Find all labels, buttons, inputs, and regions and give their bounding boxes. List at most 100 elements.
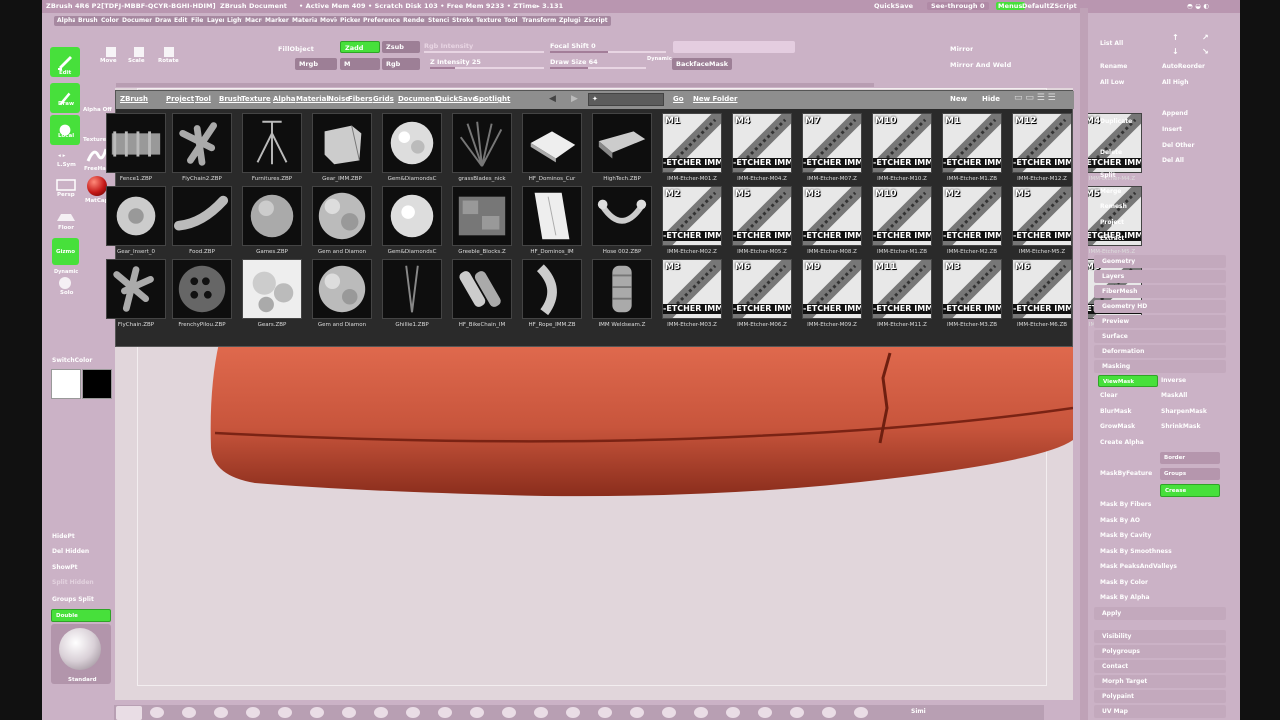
brush-thumbnail[interactable]: [452, 113, 512, 173]
dynamic-toggle[interactable]: Dynamic: [647, 56, 672, 62]
move-button[interactable]: Move: [100, 46, 122, 66]
mrgb-button[interactable]: Mrgb: [295, 58, 337, 70]
mask-by-item[interactable]: Mask By AO: [1100, 517, 1140, 524]
back-arrow-icon[interactable]: ◀: [549, 94, 556, 104]
right-scrollbar[interactable]: [1080, 8, 1088, 720]
rgb-button[interactable]: Rgb: [382, 58, 420, 70]
brush-thumbnail[interactable]: [592, 259, 652, 319]
lsym-button[interactable]: ◂ ▸ L.Sym: [54, 153, 76, 171]
etcher-brush-thumbnail[interactable]: M11 -ETCHER IMM-: [872, 259, 932, 319]
subpalette-geometry[interactable]: Geometry: [1094, 255, 1226, 268]
brush-thumbnail[interactable]: [382, 186, 442, 246]
bottom-brush-icon[interactable]: [246, 707, 260, 718]
groups-split-button[interactable]: Groups Split: [52, 596, 94, 603]
bottom-brush-icon[interactable]: [822, 707, 836, 718]
masking-section-header[interactable]: Masking: [1094, 360, 1226, 373]
subpalette-preview[interactable]: Preview: [1094, 315, 1226, 328]
mirror-weld-button[interactable]: Mirror And Weld: [950, 61, 1011, 69]
bottom-brush-icon[interactable]: [470, 707, 484, 718]
bottom-brush-icon[interactable]: [278, 707, 292, 718]
sharpenmask-button[interactable]: SharpenMask: [1161, 408, 1207, 415]
brush-thumbnail[interactable]: [106, 113, 166, 173]
etcher-brush-thumbnail[interactable]: M12 -ETCHER IMM-: [1012, 113, 1072, 173]
double-toggle[interactable]: Double: [51, 609, 111, 622]
persp-button[interactable]: Persp: [54, 178, 78, 200]
mask-by-item[interactable]: Mask By Color: [1100, 579, 1148, 586]
viewmask-toggle[interactable]: ViewMask: [1098, 375, 1158, 387]
bottom-brush-icon[interactable]: [726, 707, 740, 718]
brush-thumbnail[interactable]: [242, 186, 302, 246]
all-low-button[interactable]: All Low: [1100, 79, 1124, 86]
rotate-button[interactable]: Rotate: [158, 46, 180, 66]
zsub-button[interactable]: Zsub: [382, 41, 420, 53]
etcher-brush-thumbnail[interactable]: M6 -ETCHER IMM-: [1012, 259, 1072, 319]
popup-tab-zbrush[interactable]: ZBrush: [120, 95, 148, 103]
etcher-brush-thumbnail[interactable]: M7 -ETCHER IMM-: [802, 113, 862, 173]
bottom-brush-icon[interactable]: [310, 707, 324, 718]
bottom-brush-icon[interactable]: [534, 707, 548, 718]
groups-toggle[interactable]: Groups: [1160, 468, 1220, 480]
del-all-button[interactable]: Del All: [1162, 157, 1184, 164]
popup-tab-tool[interactable]: Tool: [195, 95, 211, 103]
mask-by-item[interactable]: Mask By Cavity: [1100, 532, 1151, 539]
subpalette-morph-target[interactable]: Morph Target: [1094, 675, 1226, 688]
etcher-brush-thumbnail[interactable]: M2 -ETCHER IMM-: [942, 186, 1002, 246]
etcher-brush-thumbnail[interactable]: M2 -ETCHER IMM-: [662, 186, 722, 246]
split-hidden-button[interactable]: Split Hidden: [52, 579, 94, 586]
popup-tab-quicksave[interactable]: QuickSave: [436, 95, 477, 103]
brush-thumbnail[interactable]: [382, 113, 442, 173]
subpalette-visibility[interactable]: Visibility: [1094, 630, 1226, 643]
split-section[interactable]: Split: [1100, 172, 1116, 179]
menu-brush[interactable]: Brush: [75, 16, 101, 26]
subpalette-layers[interactable]: Layers: [1094, 270, 1226, 283]
etcher-brush-thumbnail[interactable]: M5 -ETCHER IMM-: [732, 186, 792, 246]
brush-thumbnail[interactable]: [312, 259, 372, 319]
popup-tab-texture[interactable]: Texture: [241, 95, 271, 103]
bottom-brush-icon[interactable]: [502, 707, 516, 718]
popup-tab-fibers[interactable]: Fibers: [348, 95, 373, 103]
etcher-brush-thumbnail[interactable]: M3 -ETCHER IMM-: [662, 259, 722, 319]
append-button[interactable]: Append: [1162, 110, 1188, 117]
new-folder-button[interactable]: New Folder: [693, 95, 737, 103]
arrow-down-icon[interactable]: ↓: [1172, 47, 1179, 56]
bottom-brush-icon[interactable]: [694, 707, 708, 718]
bottom-brush-icon[interactable]: [790, 707, 804, 718]
brush-thumbnail[interactable]: [106, 186, 166, 246]
top-scrollbar[interactable]: [116, 83, 874, 87]
color-swatch-bar[interactable]: [673, 41, 795, 53]
arrow-up-right-icon[interactable]: ↗: [1202, 33, 1209, 42]
brush-thumbnail[interactable]: [172, 259, 232, 319]
apply-button[interactable]: Apply: [1094, 607, 1226, 620]
rgb-intensity-slider[interactable]: Rgb Intensity: [424, 41, 544, 53]
etcher-brush-thumbnail[interactable]: M9 -ETCHER IMM-: [802, 259, 862, 319]
etcher-brush-thumbnail[interactable]: M8 -ETCHER IMM-: [802, 186, 862, 246]
focal-shift-slider[interactable]: Focal Shift 0: [550, 41, 666, 53]
bottom-brush-icon[interactable]: [662, 707, 676, 718]
bottom-brush-icon[interactable]: [438, 707, 452, 718]
brush-thumbnail[interactable]: [522, 113, 582, 173]
brush-thumbnail[interactable]: [592, 113, 652, 173]
mask-by-item[interactable]: Mask By Alpha: [1100, 594, 1150, 601]
brush-thumbnail[interactable]: [242, 259, 302, 319]
menus-toggle[interactable]: Menus: [996, 2, 1025, 10]
brush-preview[interactable]: Standard: [51, 624, 111, 684]
popup-tab-noise[interactable]: Noise: [328, 95, 350, 103]
bottom-brush-icon[interactable]: [374, 707, 388, 718]
delete-button[interactable]: Delete: [1100, 149, 1122, 156]
backfacemask-button[interactable]: BackfaceMask: [672, 58, 732, 70]
etcher-brush-thumbnail[interactable]: M3 -ETCHER IMM-: [942, 259, 1002, 319]
brush-thumbnail[interactable]: [522, 259, 582, 319]
menu-transform[interactable]: Transform: [519, 16, 560, 26]
mask-by-item[interactable]: Mask By Smoothness: [1100, 548, 1172, 555]
autoreorder-button[interactable]: AutoReorder: [1162, 63, 1205, 70]
etcher-brush-thumbnail[interactable]: M5 -ETCHER IMM-: [1012, 186, 1072, 246]
path-field[interactable]: ✦: [588, 93, 664, 106]
arrow-up-icon[interactable]: ↑: [1172, 33, 1179, 42]
arrow-down-right-icon[interactable]: ↘: [1202, 47, 1209, 56]
hidept-button[interactable]: HidePt: [52, 533, 75, 540]
forward-arrow-icon[interactable]: ▶: [571, 94, 578, 104]
etcher-brush-thumbnail[interactable]: M10 -ETCHER IMM-: [872, 113, 932, 173]
list-all-button[interactable]: List All: [1100, 40, 1123, 47]
bottom-brush-icon[interactable]: [214, 707, 228, 718]
all-high-button[interactable]: All High: [1162, 79, 1189, 86]
